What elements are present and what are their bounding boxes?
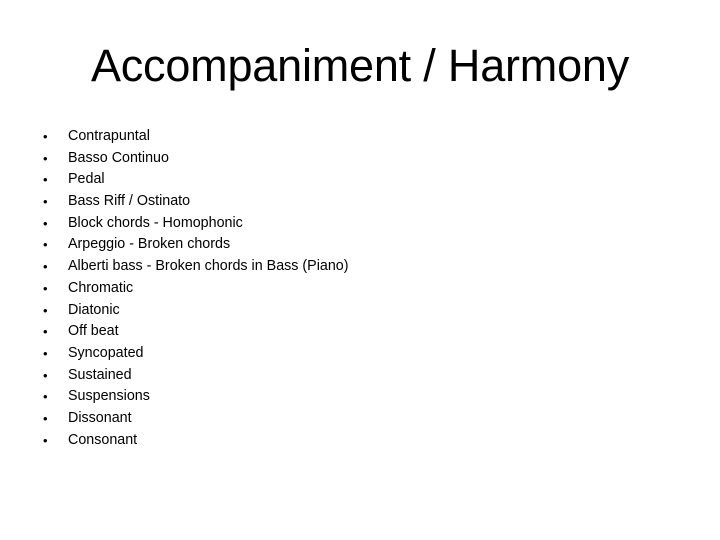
bullet-dot-icon: • — [43, 150, 48, 166]
bullet-dot-icon: • — [43, 410, 48, 426]
list-item-label: Dissonant — [68, 409, 132, 426]
list-item-label: Contrapuntal — [68, 128, 150, 144]
list-item-label: Alberti bass - Broken chords in Bass (Pi… — [68, 258, 349, 275]
bullet-dot-icon: • — [43, 302, 48, 318]
bullet-dot-icon: • — [43, 389, 48, 405]
bullet-dot-icon: • — [43, 432, 48, 448]
list-item[interactable]: • Block chords - Homophonic — [36, 213, 686, 235]
list-item[interactable]: • Contrapuntal — [36, 126, 686, 148]
list-item[interactable]: • Alberti bass - Broken chords in Bass (… — [36, 256, 686, 278]
bullet-dot-icon: • — [43, 172, 48, 188]
list-item[interactable]: • Pedal — [36, 169, 686, 191]
list-item-label: Off beat — [68, 323, 119, 340]
slide-canvas: Accompaniment / Harmony • Contrapuntal •… — [0, 0, 720, 540]
list-item[interactable]: • Diatonic — [36, 300, 686, 322]
bullet-dot-icon: • — [43, 367, 48, 383]
page-title: Accompaniment / Harmony — [90, 40, 630, 91]
bullet-dot-icon: • — [43, 237, 48, 253]
list-item-label: Pedal — [68, 171, 105, 188]
list-item-label: Arpeggio - Broken chords — [68, 236, 231, 253]
bullet-dot-icon: • — [43, 345, 48, 361]
bullet-list: • Contrapuntal • Basso Continuo • Pedal … — [36, 126, 686, 451]
list-item[interactable]: • Consonant — [36, 430, 686, 452]
list-item[interactable]: • Chromatic — [36, 278, 686, 300]
list-item-label: Basso Continuo — [68, 149, 169, 166]
bullet-dot-icon: • — [43, 194, 48, 210]
bullet-dot-icon: • — [43, 280, 48, 296]
list-item[interactable]: • Syncopated — [36, 343, 686, 365]
list-item[interactable]: • Dissonant — [36, 408, 686, 430]
list-item[interactable]: • Bass Riff / Ostinato — [36, 191, 686, 213]
list-item-label: Syncopated — [68, 344, 144, 361]
bullet-dot-icon: • — [43, 129, 48, 144]
list-item-label: Sustained — [68, 366, 132, 383]
list-item-label: Block chords - Homophonic — [68, 214, 243, 231]
list-item-label: Suspensions — [68, 388, 150, 405]
bullet-dot-icon: • — [43, 215, 48, 231]
bullet-dot-icon: • — [43, 324, 48, 340]
list-item[interactable]: • Sustained — [36, 365, 686, 387]
list-item[interactable]: • Arpeggio - Broken chords — [36, 234, 686, 256]
list-item-label: Consonant — [68, 431, 138, 448]
list-item-label: Diatonic — [68, 301, 120, 318]
list-item-label: Bass Riff / Ostinato — [68, 193, 191, 210]
list-item-label: Chromatic — [68, 279, 134, 296]
bullet-dot-icon: • — [43, 259, 48, 275]
list-item[interactable]: • Basso Continuo — [36, 148, 686, 170]
list-item[interactable]: • Suspensions — [36, 386, 686, 408]
list-item[interactable]: • Off beat — [36, 321, 686, 343]
